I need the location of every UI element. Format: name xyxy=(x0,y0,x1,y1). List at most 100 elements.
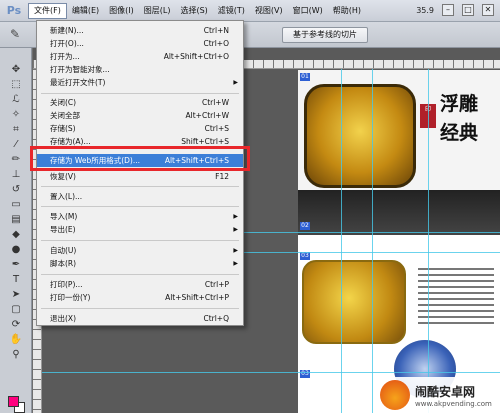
text-icon[interactable]: T xyxy=(0,272,32,287)
guide-line[interactable] xyxy=(42,372,500,373)
crop-icon[interactable]: ⌗ xyxy=(0,122,32,137)
menu-item-shortcut: Ctrl+W xyxy=(201,98,229,107)
3d-rotate-icon[interactable]: ⟳ xyxy=(0,317,32,332)
marquee-icon[interactable]: ⬚ xyxy=(0,77,32,92)
foreground-color-swatch[interactable] xyxy=(8,396,19,407)
menu-separator xyxy=(41,186,239,187)
menu-image[interactable]: 图像(I) xyxy=(104,3,139,19)
menu-separator xyxy=(41,274,239,275)
menu-item-automate[interactable]: 自动(U) ▶ xyxy=(37,244,243,257)
history-brush-icon[interactable]: ↺ xyxy=(0,182,32,197)
guide-line[interactable] xyxy=(428,69,429,413)
menu-separator xyxy=(41,93,239,94)
menu-file[interactable]: 文件(F) xyxy=(28,2,67,19)
move-icon[interactable]: ✥ xyxy=(0,62,32,77)
brush-icon[interactable]: ✏ xyxy=(0,152,32,167)
blur-icon[interactable]: ◆ xyxy=(0,227,32,242)
menu-item-label: 打印一份(Y) xyxy=(50,293,91,302)
menu-item-print-one-copy[interactable]: 打印一份(Y) Alt+Shift+Ctrl+P xyxy=(37,291,243,304)
menu-item-recent-files[interactable]: 最近打开文件(T) ▶ xyxy=(37,76,243,89)
menu-view[interactable]: 视图(V) xyxy=(250,3,288,19)
menu-item-shortcut: Alt+Ctrl+W xyxy=(185,111,229,120)
menu-window[interactable]: 窗口(W) xyxy=(288,3,328,19)
hand-icon[interactable]: ✋ xyxy=(0,332,32,347)
zoom-level[interactable]: 35.9 xyxy=(416,6,434,15)
menu-filter[interactable]: 滤镜(T) xyxy=(213,3,250,19)
menu-item-label: 关闭全部 xyxy=(50,111,80,120)
gradient-icon[interactable]: ▤ xyxy=(0,212,32,227)
window-controls: 35.9 – □ ✕ xyxy=(416,4,494,16)
menu-bar: Ps 文件(F) 编辑(E) 图像(I) 图层(L) 选择(S) 滤镜(T) 视… xyxy=(0,0,500,22)
calligraphy-title: 浮雕经典 xyxy=(440,93,479,144)
menu-item-label: 打开(O)... xyxy=(50,39,84,48)
menu-separator xyxy=(41,308,239,309)
menu-item-new[interactable]: 新建(N)... Ctrl+N xyxy=(37,24,243,37)
watermark-logo-icon xyxy=(380,380,410,410)
product-info-text xyxy=(418,264,494,328)
menu-separator xyxy=(41,240,239,241)
menu-item-scripts[interactable]: 脚本(R) ▶ xyxy=(37,257,243,270)
menu-item-label: 关闭(C) xyxy=(50,98,77,107)
menu-layer[interactable]: 图层(L) xyxy=(139,3,176,19)
submenu-arrow-icon: ▶ xyxy=(233,213,238,220)
menu-item-shortcut: Ctrl+S xyxy=(204,124,229,133)
menu-item-shortcut: Alt+Shift+Ctrl+P xyxy=(165,293,229,302)
menu-item-revert[interactable]: 恢复(V) F12 xyxy=(37,170,243,183)
menu-item-label: 自动(U) xyxy=(50,246,77,255)
menu-item-shortcut: Ctrl+O xyxy=(203,39,229,48)
menu-item-exit[interactable]: 退出(X) Ctrl+Q xyxy=(37,312,243,325)
slice-tag[interactable]: 02 xyxy=(300,222,310,230)
quick-select-icon[interactable]: ✧ xyxy=(0,107,32,122)
menu-item-label: 退出(X) xyxy=(50,314,76,323)
slice-tool-icon[interactable]: ✎ xyxy=(10,27,26,43)
menu-item-close[interactable]: 关闭(C) Ctrl+W xyxy=(37,96,243,109)
menu-item-label: 恢复(V) xyxy=(50,172,76,181)
guide-line[interactable] xyxy=(372,69,373,413)
slice-tag[interactable]: 03 xyxy=(300,252,310,260)
minimize-button[interactable]: – xyxy=(442,4,454,16)
menu-item-label: 打印(P)... xyxy=(50,280,83,289)
menu-item-save[interactable]: 存储(S) Ctrl+S xyxy=(37,122,243,135)
guide-line[interactable] xyxy=(341,69,342,413)
eyedropper-icon[interactable]: ⁄ xyxy=(0,137,32,152)
eraser-icon[interactable]: ▭ xyxy=(0,197,32,212)
menu-item-open-smart-object[interactable]: 打开为智能对象... xyxy=(37,63,243,76)
menu-item-close-all[interactable]: 关闭全部 Alt+Ctrl+W xyxy=(37,109,243,122)
slice-tag[interactable]: 01 xyxy=(300,73,310,81)
menu-item-open[interactable]: 打开(O)... Ctrl+O xyxy=(37,37,243,50)
menu-item-label: 最近打开文件(T) xyxy=(50,78,106,87)
dodge-icon[interactable]: ● xyxy=(0,242,32,257)
menu-select[interactable]: 选择(S) xyxy=(175,3,212,19)
watermark: 闹酷安卓网 www.akpvending.com xyxy=(376,377,500,413)
menu-item-export[interactable]: 导出(E) ▶ xyxy=(37,223,243,236)
menu-item-open-as[interactable]: 打开为... Alt+Shift+Ctrl+O xyxy=(37,50,243,63)
menu-item-label: 脚本(R) xyxy=(50,259,77,268)
stamp-icon[interactable]: ⊥ xyxy=(0,167,32,182)
close-button[interactable]: ✕ xyxy=(482,4,494,16)
file-menu-dropdown: 新建(N)... Ctrl+N 打开(O)... Ctrl+O 打开为... A… xyxy=(36,20,244,326)
menu-item-place[interactable]: 置入(L)... xyxy=(37,190,243,203)
menu-separator xyxy=(41,206,239,207)
tools-panel: ✥ ⬚ ℒ ✧ ⌗ ⁄ ✏ ⊥ ↺ ▭ ▤ ◆ ● ✒ T ➤ ▢ ⟳ ✋ ⚲ xyxy=(0,48,32,413)
menu-item-import[interactable]: 导入(M) ▶ xyxy=(37,210,243,223)
menu-item-label: 存储(S) xyxy=(50,124,76,133)
guide-slice-button[interactable]: 基于参考线的切片 xyxy=(282,27,368,43)
shape-icon[interactable]: ▢ xyxy=(0,302,32,317)
watermark-url: www.akpvending.com xyxy=(415,399,492,408)
menu-item-label: 打开为... xyxy=(50,52,80,61)
lasso-icon[interactable]: ℒ xyxy=(0,92,32,107)
document-canvas[interactable]: 印 浮雕经典 01 02 03 03 xyxy=(298,70,500,413)
path-select-icon[interactable]: ➤ xyxy=(0,287,32,302)
menu-item-label: 导出(E) xyxy=(50,225,76,234)
restore-button[interactable]: □ xyxy=(462,4,474,16)
menu-help[interactable]: 帮助(H) xyxy=(328,3,366,19)
menu-edit[interactable]: 编辑(E) xyxy=(67,3,104,19)
submenu-arrow-icon: ▶ xyxy=(233,247,238,254)
zoom-icon[interactable]: ⚲ xyxy=(0,347,32,362)
pen-icon[interactable]: ✒ xyxy=(0,257,32,272)
menu-item-print[interactable]: 打印(P)... Ctrl+P xyxy=(37,278,243,291)
menu-item-shortcut: Ctrl+N xyxy=(203,26,229,35)
photoshop-logo: Ps xyxy=(6,4,22,17)
menu-item-label: 打开为智能对象... xyxy=(50,65,110,74)
highlight-annotation-box xyxy=(30,146,250,171)
